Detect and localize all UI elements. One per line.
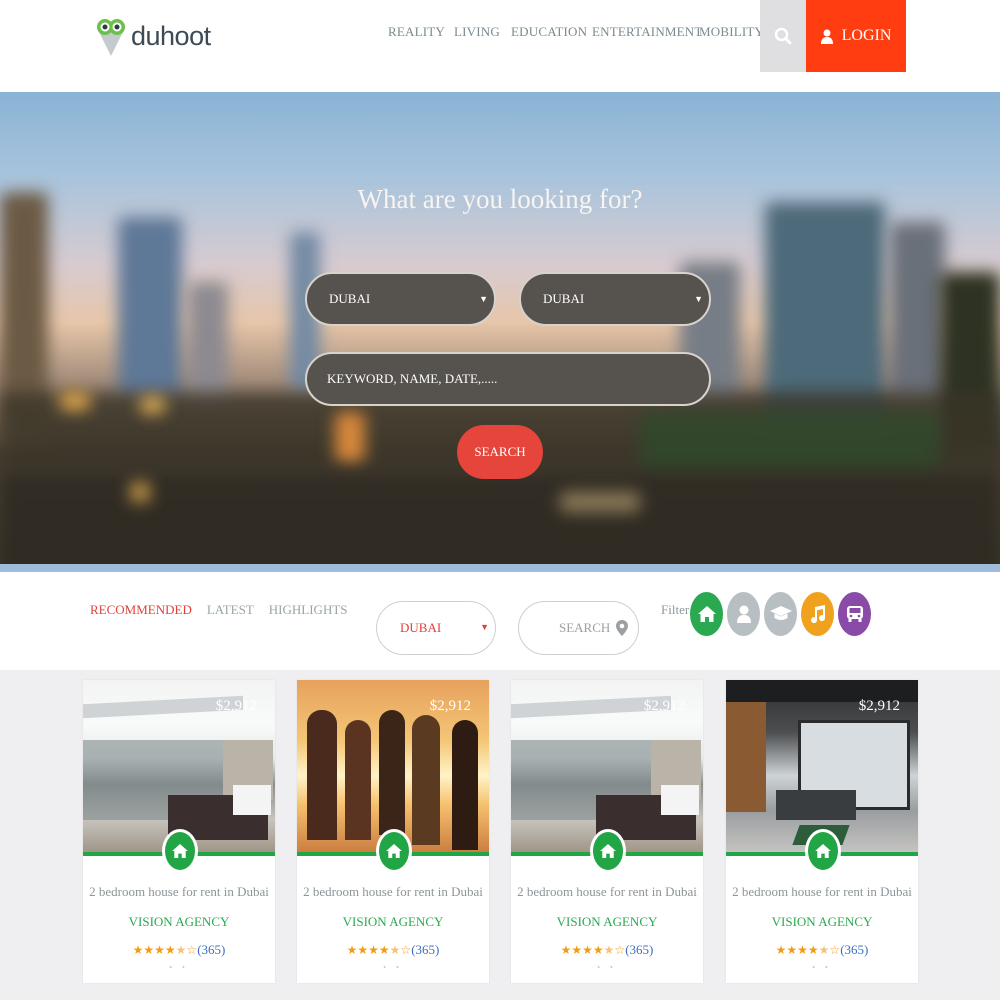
nav-item-mobility[interactable]: MOBILITY — [699, 24, 769, 40]
top-header: duhoot REALITY LIVING EDUCATION ENTERTAI… — [0, 0, 1000, 92]
location-select-2-value: DUBAI — [543, 291, 585, 306]
listing-title: 2 bedroom house for rent in Dubai — [732, 884, 912, 899]
listing-agency[interactable]: VISION AGENCY — [83, 914, 275, 930]
location-select-2[interactable]: DUBAI ▼ — [519, 272, 711, 326]
login-button[interactable]: LOGIN — [806, 0, 906, 72]
review-count[interactable]: (365) — [197, 942, 225, 958]
nav-item-education[interactable]: EDUCATION — [511, 24, 592, 40]
location-select-1-value: DUBAI — [329, 291, 371, 306]
listing-price: $2,912 — [429, 698, 471, 714]
listing-rating: ★★★★★☆ (365) — [726, 942, 918, 958]
carousel-dots[interactable]: • • — [726, 963, 918, 972]
person-icon — [736, 605, 751, 623]
home-icon — [697, 606, 716, 622]
hero-search-button[interactable]: SEARCH — [457, 425, 543, 479]
filter-mobility-button[interactable] — [838, 592, 871, 636]
listing-agency[interactable]: VISION AGENCY — [726, 914, 918, 930]
rating-stars-icon: ★★★★★☆ — [346, 943, 412, 957]
listing-rating: ★★★★★☆ (365) — [83, 942, 275, 958]
review-count[interactable]: (365) — [411, 942, 439, 958]
filter-label: Filter — [661, 602, 690, 617]
city-select-value: DUBAI — [400, 620, 442, 635]
nav-item-living[interactable]: LIVING — [454, 24, 511, 40]
login-label: LOGIN — [841, 27, 892, 44]
home-badge-icon — [162, 829, 198, 873]
listing-card[interactable]: $2,912 2 bedroom house for rent in Dubai… — [83, 680, 275, 983]
keyword-input-placeholder: KEYWORD, NAME, DATE,..... — [327, 371, 498, 386]
bus-icon — [846, 606, 863, 622]
listing-price: $2,912 — [215, 698, 257, 714]
hero-divider — [0, 564, 1000, 572]
review-count[interactable]: (365) — [840, 942, 868, 958]
listing-title: 2 bedroom house for rent in Dubai — [89, 884, 269, 899]
logo[interactable]: duhoot — [93, 14, 211, 58]
filter-search-label: SEARCH — [559, 620, 611, 635]
nav-item-reality[interactable]: REALITY — [388, 24, 454, 40]
rating-stars-icon: ★★★★★☆ — [560, 943, 626, 957]
listing-price: $2,912 — [858, 698, 900, 714]
main-nav: REALITY LIVING EDUCATION ENTERTAINMENT M… — [388, 24, 769, 40]
carousel-dots[interactable]: • • — [297, 963, 489, 972]
dropdown-caret-icon: ▼ — [694, 294, 703, 304]
listing-card[interactable]: $2,912 2 bedroom house for rent in Dubai… — [726, 680, 918, 983]
dropdown-caret-icon: ▼ — [480, 622, 489, 632]
keyword-input[interactable]: KEYWORD, NAME, DATE,..... — [305, 352, 711, 406]
rating-stars-icon: ★★★★★☆ — [132, 943, 198, 957]
review-count[interactable]: (365) — [625, 942, 653, 958]
home-badge-icon — [805, 829, 841, 873]
hero-banner — [0, 92, 1000, 572]
category-filter-icons — [690, 592, 871, 636]
listing-price: $2,912 — [643, 698, 685, 714]
filter-search-button[interactable]: SEARCH — [518, 601, 639, 655]
filter-education-button[interactable] — [764, 592, 797, 636]
nav-item-entertainment[interactable]: ENTERTAINMENT — [592, 24, 702, 40]
home-badge-icon — [590, 829, 626, 873]
tab-recommended[interactable]: RECOMMENDED — [90, 602, 192, 618]
listing-title: 2 bedroom house for rent in Dubai — [517, 884, 697, 899]
tab-highlights[interactable]: HIGHLIGHTS — [269, 602, 348, 618]
brand-name: duhoot — [131, 20, 211, 51]
listing-title: 2 bedroom house for rent in Dubai — [303, 884, 483, 899]
music-icon — [810, 605, 825, 623]
user-icon — [820, 29, 833, 44]
listing-card[interactable]: $2,912 2 bedroom house for rent in Dubai… — [511, 680, 703, 983]
search-icon — [774, 27, 792, 45]
listing-tabs: RECOMMENDED LATEST HIGHLIGHTS — [90, 602, 348, 618]
tab-latest[interactable]: LATEST — [207, 602, 254, 618]
listing-card[interactable]: $2,912 2 bedroom house for rent in Dubai… — [297, 680, 489, 983]
home-badge-icon — [376, 829, 412, 873]
listing-rating: ★★★★★☆ (365) — [511, 942, 703, 958]
listing-agency[interactable]: VISION AGENCY — [297, 914, 489, 930]
rating-stars-icon: ★★★★★☆ — [775, 943, 841, 957]
filter-home-button[interactable] — [690, 592, 723, 636]
location-select-1[interactable]: DUBAI ▼ — [305, 272, 496, 326]
city-select[interactable]: DUBAI ▼ — [376, 601, 496, 655]
dropdown-caret-icon: ▼ — [479, 294, 488, 304]
filter-entertainment-button[interactable] — [801, 592, 834, 636]
header-search-button[interactable] — [760, 0, 806, 72]
map-pin-icon — [616, 620, 629, 636]
listing-agency[interactable]: VISION AGENCY — [511, 914, 703, 930]
owl-logo-icon — [93, 14, 129, 58]
graduation-cap-icon — [769, 606, 792, 620]
carousel-dots[interactable]: • • — [511, 963, 703, 972]
listing-rating: ★★★★★☆ (365) — [297, 942, 489, 958]
hero-title: What are you looking for? — [357, 184, 643, 214]
filter-living-button[interactable] — [727, 592, 760, 636]
carousel-dots[interactable]: • • — [83, 963, 275, 972]
